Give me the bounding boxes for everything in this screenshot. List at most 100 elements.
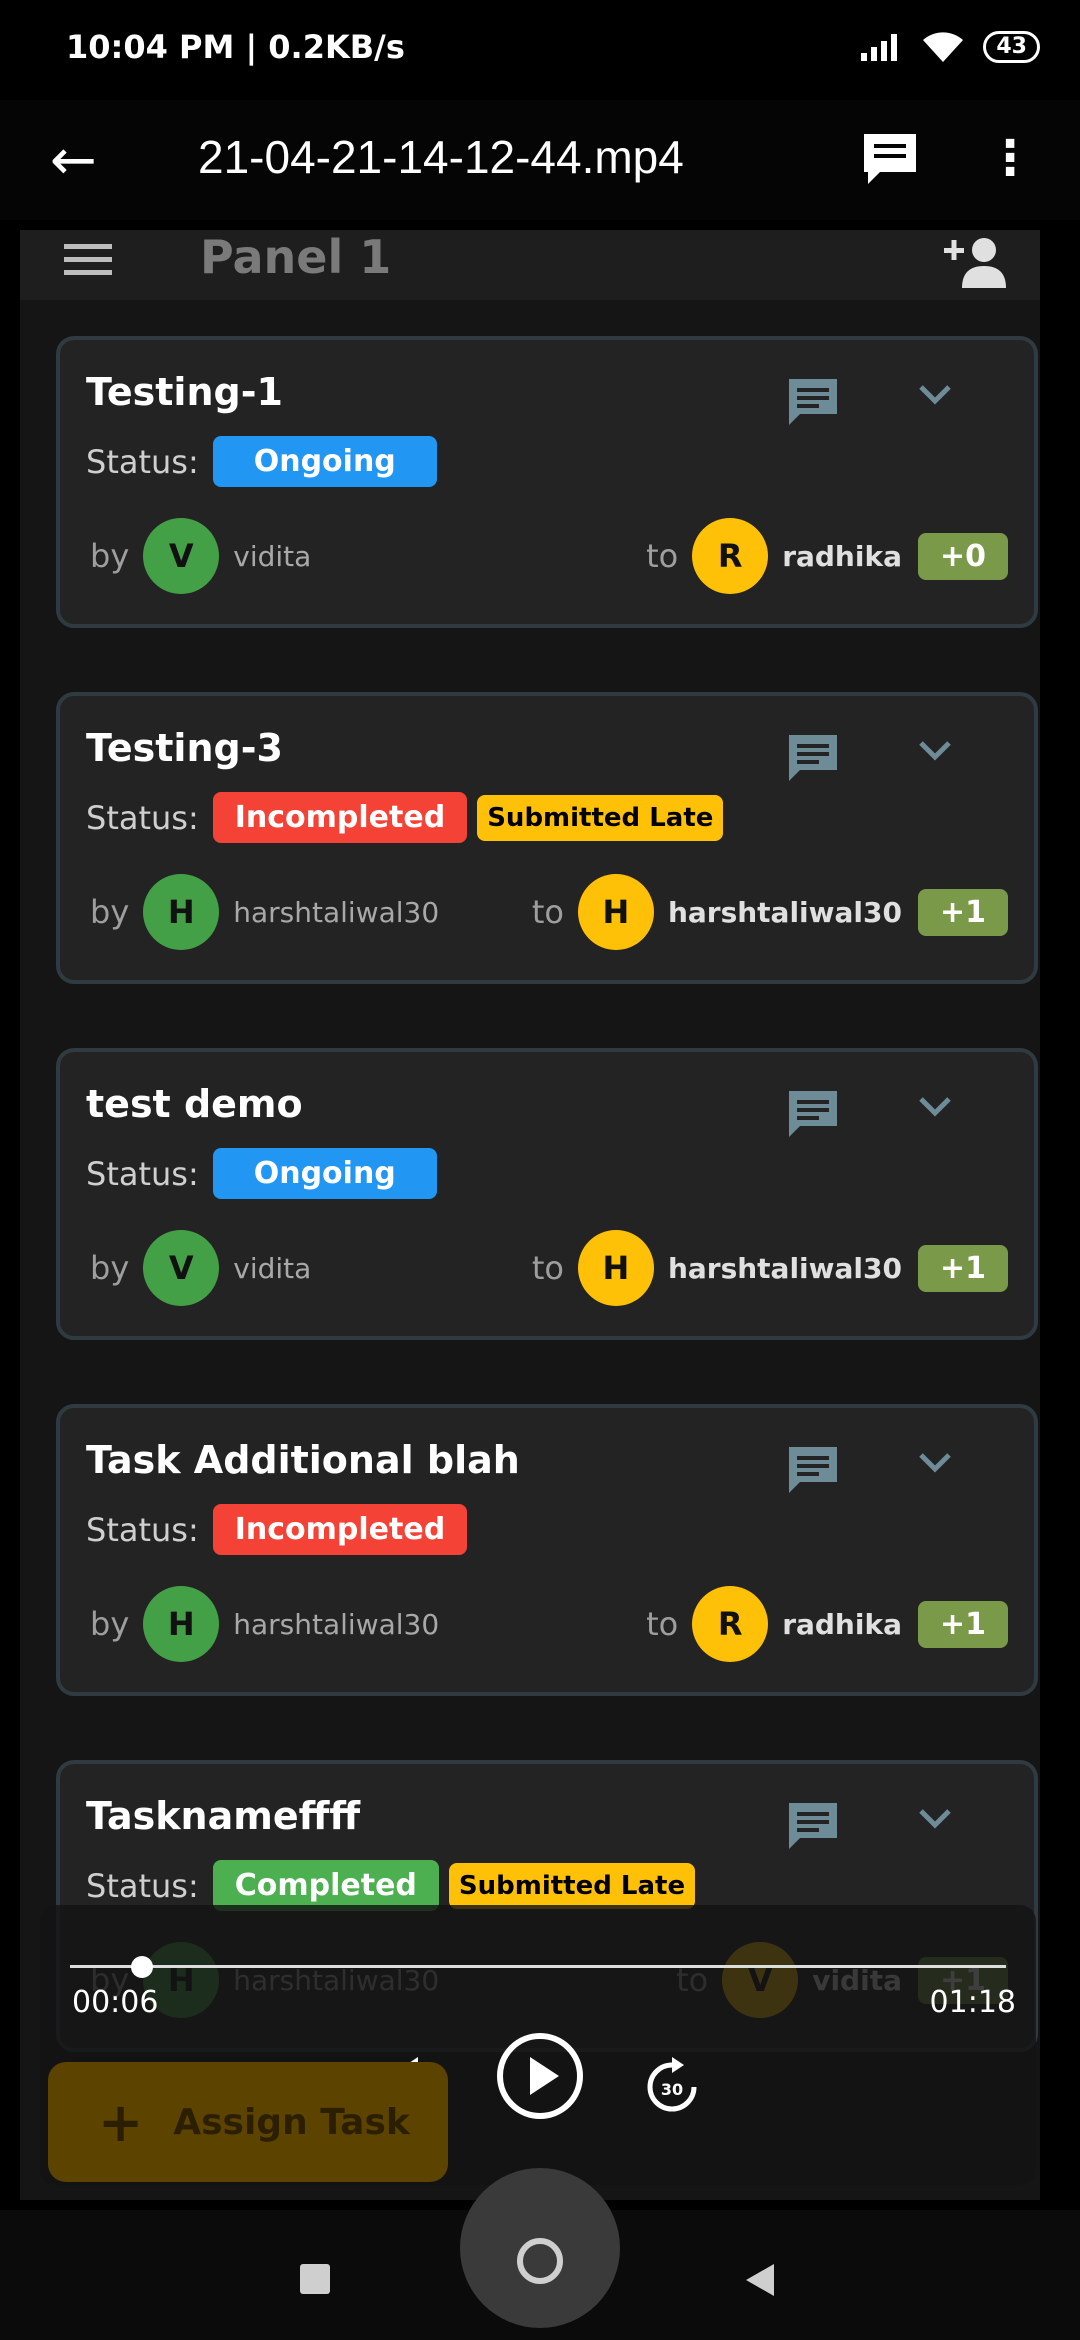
signal-icon <box>861 34 898 61</box>
app-header: Panel 1 <box>20 230 1040 300</box>
recents-button[interactable] <box>300 2264 330 2294</box>
status-badge: Incompleted <box>212 1504 468 1555</box>
comment-icon[interactable] <box>786 1088 840 1140</box>
comment-icon[interactable] <box>786 732 840 784</box>
to-username: radhika <box>782 539 902 573</box>
task-card[interactable]: Task Additional blah Status: Incompleted… <box>56 1404 1038 1696</box>
back-triangle-icon[interactable] <box>742 2262 778 2298</box>
avatar: V <box>143 1230 220 1306</box>
task-title: Tasknameffff <box>86 1794 361 1838</box>
status-label: Status: <box>86 1154 199 1193</box>
home-circle-icon <box>517 2238 563 2284</box>
status-icons: 43 <box>859 30 1040 64</box>
back-arrow-icon[interactable]: ← <box>50 128 97 193</box>
status-bar: 10:04 PM | 0.2KB/s 43 <box>0 0 1080 100</box>
status-row: Status: Completed Submitted Late <box>86 1860 696 1911</box>
assign-task-button[interactable]: + Assign Task <box>48 2062 448 2182</box>
battery-indicator: 43 <box>983 31 1040 63</box>
assigned-by: by H harshtaliwal30 <box>90 1586 439 1662</box>
status-row: Status: Incompleted <box>86 1504 468 1555</box>
task-title: Testing-3 <box>86 726 283 770</box>
to-username: radhika <box>782 1607 902 1641</box>
chevron-down-icon[interactable] <box>918 1808 952 1830</box>
assigned-to: to R radhika +1 <box>646 1586 1008 1662</box>
by-label: by <box>90 893 130 931</box>
by-label: by <box>90 537 130 575</box>
status-badge: Ongoing <box>212 436 437 487</box>
avatar: H <box>143 874 220 950</box>
task-card[interactable]: Testing-1 Status: Ongoing by V vidita to… <box>56 336 1038 628</box>
extra-assignees-badge[interactable]: +1 <box>917 1600 1008 1648</box>
avatar: H <box>577 874 654 950</box>
avatar: H <box>577 1230 654 1306</box>
menu-icon[interactable] <box>64 236 112 283</box>
status-label: Status: <box>86 798 199 837</box>
home-button[interactable] <box>460 2168 620 2328</box>
task-card[interactable]: Testing-3 Status: Incompleted Submitted L… <box>56 692 1038 984</box>
avatar: V <box>143 518 220 594</box>
assigned-by: by V vidita <box>90 1230 311 1306</box>
to-label: to <box>646 537 679 575</box>
assign-task-label: Assign Task <box>173 2101 410 2143</box>
assigned-by: by H harshtaliwal30 <box>90 874 439 950</box>
to-label: to <box>531 1249 564 1287</box>
extra-assignees-badge[interactable]: +0 <box>917 532 1008 580</box>
by-username: harshtaliwal30 <box>233 1607 440 1641</box>
task-title: Testing-1 <box>86 370 283 414</box>
chevron-down-icon[interactable] <box>918 1452 952 1474</box>
seek-bar[interactable] <box>70 1965 1006 1968</box>
assigned-to: to H harshtaliwal30 +1 <box>532 1230 1008 1306</box>
status-time: 10:04 PM | 0.2KB/s <box>66 28 405 66</box>
to-label: to <box>531 893 564 931</box>
task-title: test demo <box>86 1082 303 1126</box>
wifi-icon <box>923 32 964 62</box>
avatar: H <box>143 1586 220 1662</box>
add-user-icon[interactable] <box>940 234 1010 290</box>
avatar: R <box>692 1586 769 1662</box>
task-card[interactable]: test demo Status: Ongoing by V vidita to… <box>56 1048 1038 1340</box>
task-title: Task Additional blah <box>86 1438 520 1482</box>
status-row: Status: Incompleted Submitted Late <box>86 792 724 843</box>
assigned-to: to R radhika +0 <box>646 518 1008 594</box>
player-top-bar: ← 21-04-21-14-12-44.mp4 ⋮ <box>0 100 1080 220</box>
seek-thumb[interactable] <box>131 1956 154 1978</box>
by-label: by <box>90 1249 130 1287</box>
extra-assignees-badge[interactable]: +1 <box>917 1244 1008 1292</box>
by-username: vidita <box>233 1251 312 1285</box>
forward-30-icon[interactable]: 30 <box>640 2055 704 2119</box>
plus-icon: + <box>98 2090 144 2154</box>
status-row: Status: Ongoing <box>86 1148 437 1199</box>
current-time: 00:06 <box>72 1985 159 2020</box>
forward-seconds: 30 <box>661 2080 683 2099</box>
comment-icon[interactable] <box>786 376 840 428</box>
chevron-down-icon[interactable] <box>918 740 952 762</box>
video-title: 21-04-21-14-12-44.mp4 <box>198 131 684 183</box>
status-badge: Submitted Late <box>477 794 724 841</box>
assigned-to: to H harshtaliwal30 +1 <box>532 874 1008 950</box>
play-icon[interactable] <box>495 2031 585 2121</box>
to-username: harshtaliwal30 <box>667 895 902 929</box>
status-badge: Ongoing <box>212 1148 437 1199</box>
more-vert-icon[interactable]: ⋮ <box>986 130 1034 186</box>
by-label: by <box>90 1605 130 1643</box>
status-label: Status: <box>86 1866 199 1905</box>
status-row: Status: Ongoing <box>86 436 437 487</box>
status-badge: Completed <box>212 1860 439 1911</box>
to-label: to <box>646 1605 679 1643</box>
by-username: vidita <box>233 539 312 573</box>
assigned-by: by V vidita <box>90 518 311 594</box>
chevron-down-icon[interactable] <box>918 1096 952 1118</box>
comment-icon[interactable] <box>786 1444 840 1496</box>
status-badge: Submitted Late <box>448 1862 696 1909</box>
extra-assignees-badge[interactable]: +1 <box>917 888 1008 936</box>
comment-icon[interactable] <box>786 1800 840 1852</box>
by-username: harshtaliwal30 <box>233 895 440 929</box>
to-username: harshtaliwal30 <box>667 1251 902 1285</box>
total-time: 01:18 <box>929 1985 1016 2020</box>
status-label: Status: <box>86 442 199 481</box>
chevron-down-icon[interactable] <box>918 384 952 406</box>
status-badge: Incompleted <box>212 792 468 843</box>
subtitles-icon[interactable] <box>860 130 920 186</box>
avatar: R <box>692 518 769 594</box>
status-label: Status: <box>86 1510 199 1549</box>
